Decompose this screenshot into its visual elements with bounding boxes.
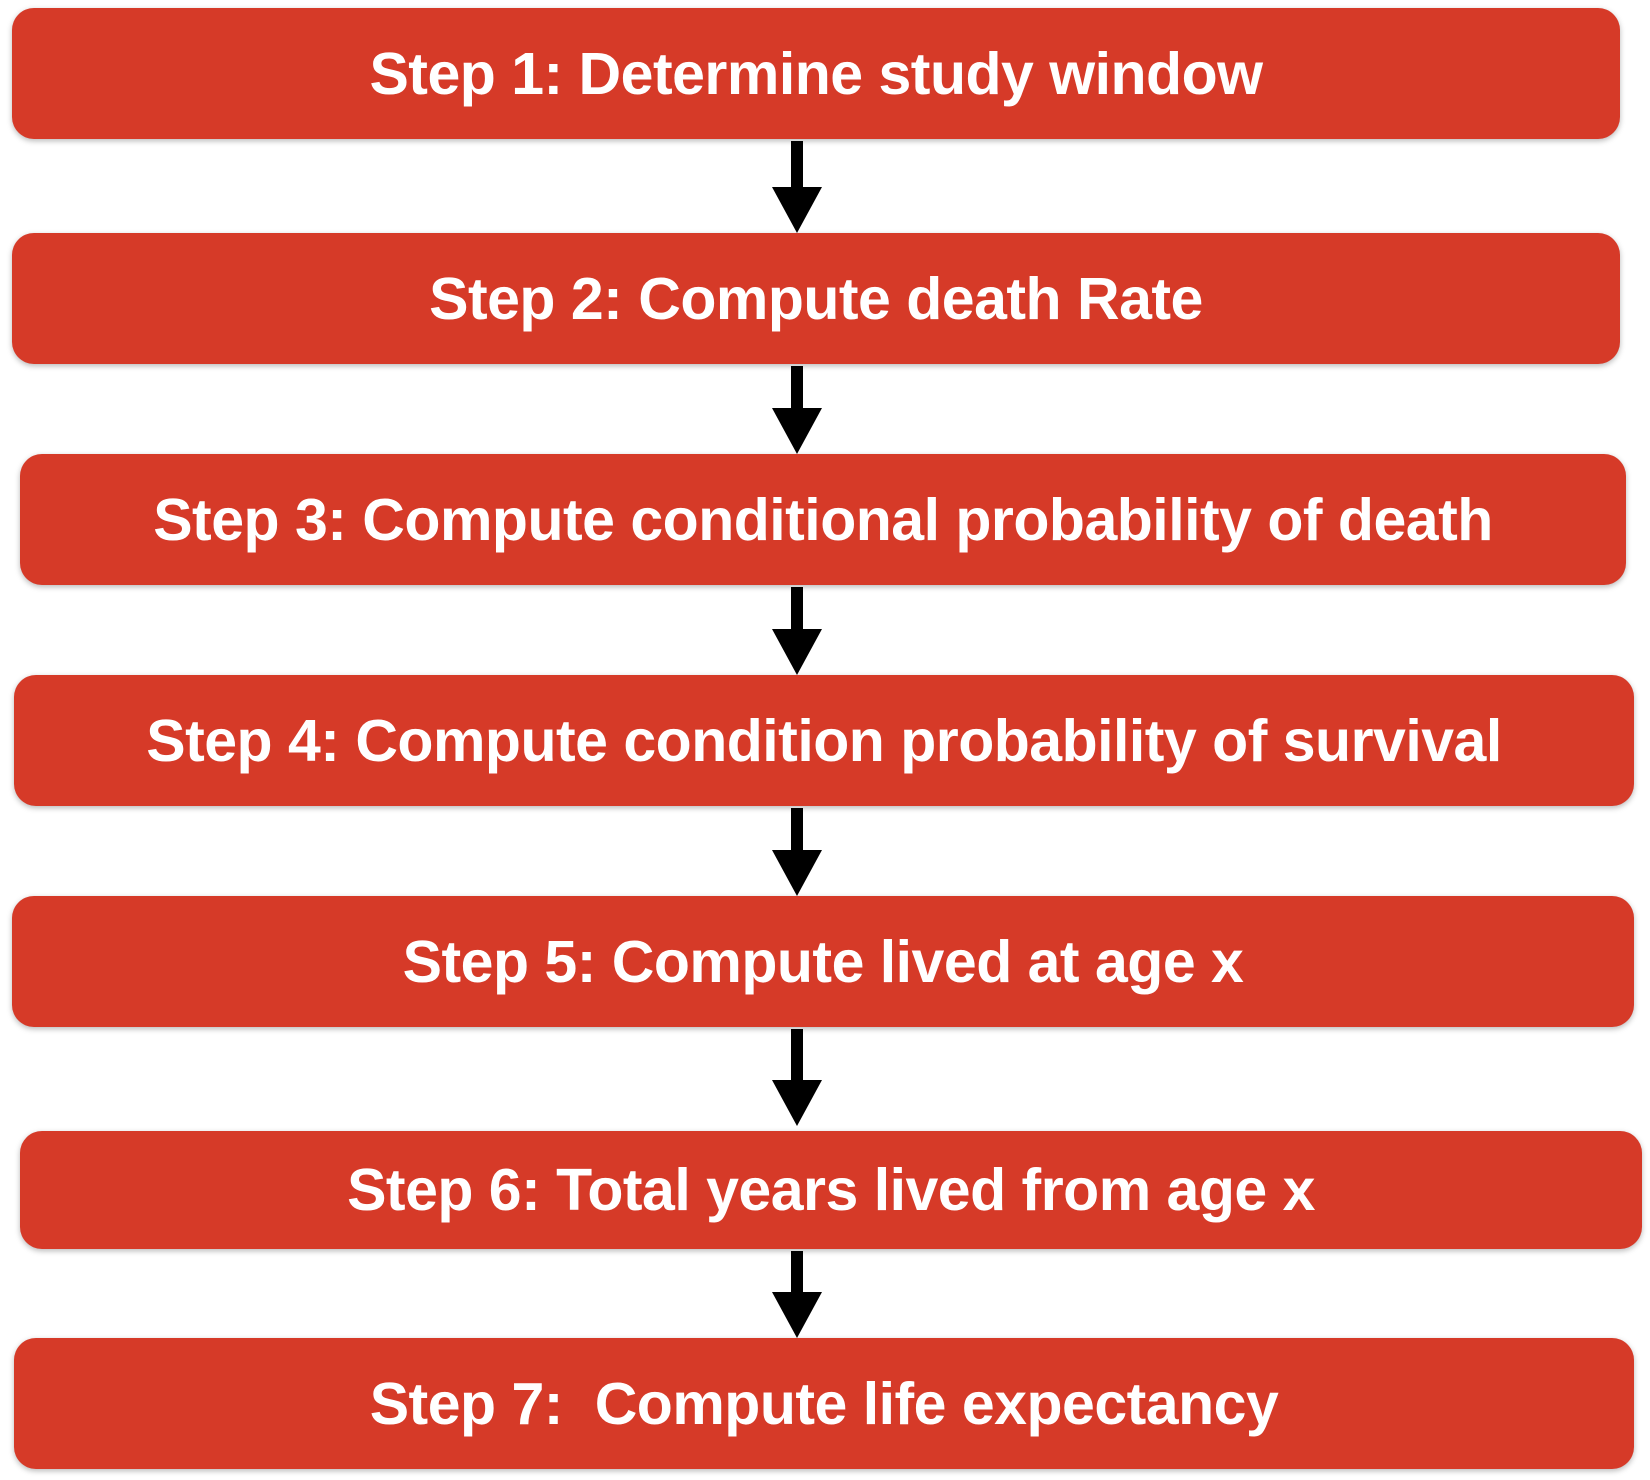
step-3-label: Step 3: Compute conditional probability … <box>153 486 1493 553</box>
arrow-down-2 <box>772 366 822 454</box>
step-6-box: Step 6: Total years lived from age x <box>20 1131 1642 1249</box>
step-2-label: Step 2: Compute death Rate <box>429 265 1203 332</box>
step-5-label: Step 5: Compute lived at age x <box>402 928 1244 995</box>
step-7-box: Step 7: Compute life expectancy <box>14 1338 1634 1469</box>
arrow-down-3 <box>772 587 822 675</box>
arrow-down-5 <box>772 1029 822 1126</box>
step-7-label: Step 7: Compute life expectancy <box>369 1370 1279 1437</box>
step-1-label: Step 1: Determine study window <box>369 40 1263 107</box>
step-2-box: Step 2: Compute death Rate <box>12 233 1620 364</box>
arrow-down-6 <box>772 1251 822 1338</box>
step-4-label: Step 4: Compute condition probability of… <box>146 707 1502 774</box>
arrow-down-1 <box>772 141 822 233</box>
step-1-box: Step 1: Determine study window <box>12 8 1620 139</box>
step-5-box: Step 5: Compute lived at age x <box>12 896 1634 1027</box>
step-6-label: Step 6: Total years lived from age x <box>347 1157 1315 1223</box>
step-3-box: Step 3: Compute conditional probability … <box>20 454 1626 585</box>
arrow-down-4 <box>772 808 822 896</box>
step-4-box: Step 4: Compute condition probability of… <box>14 675 1634 806</box>
